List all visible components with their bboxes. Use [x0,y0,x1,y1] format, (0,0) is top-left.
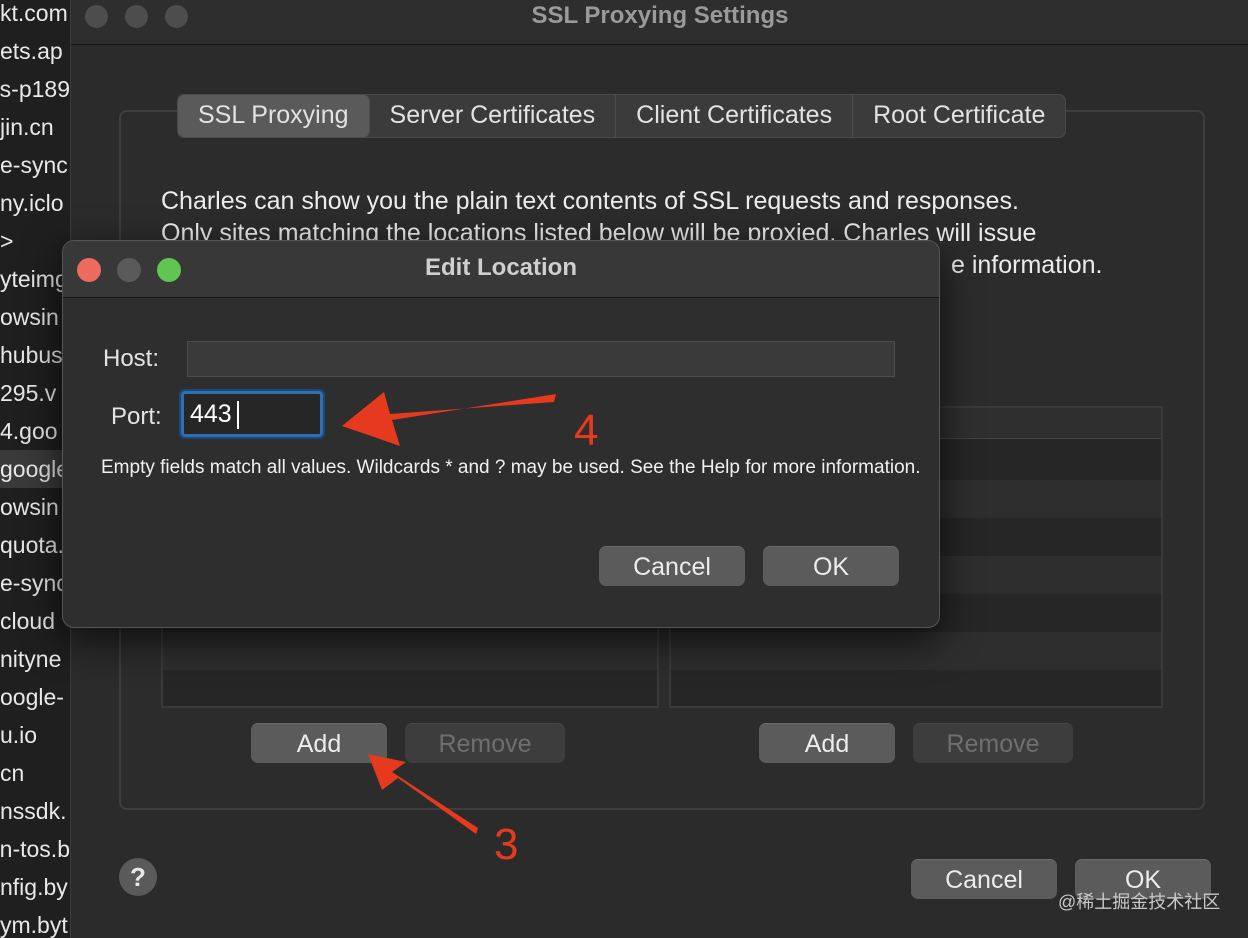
dialog-ok-button[interactable]: OK [763,546,899,586]
host-label: Host: [103,345,160,372]
host-list-item[interactable]: e-sync [0,564,70,602]
include-add-button[interactable]: Add [251,723,387,763]
host-list-item-label: nfig.by [0,874,68,900]
annotation-step-4: 4 [574,406,599,455]
window-title: SSL Proxying Settings [531,2,789,29]
host-list-item-label: cn [0,760,25,786]
text-caret [237,401,239,429]
host-list-item[interactable]: quota. [0,526,70,564]
host-list-item[interactable]: cloud [0,602,70,640]
host-list-item[interactable]: s-p189 [0,70,70,108]
host-list-item[interactable]: nssdk. [0,792,70,830]
description-line: Charles can show you the plain text cont… [161,187,1019,215]
host-list-item-label: ets.ap [0,38,63,64]
host-list-item-label: e-sync [0,570,68,596]
host-list-item[interactable]: ym.byt [0,906,70,938]
host-list-item-label: ym.byt [0,912,68,938]
host-list-item[interactable]: oogle- [0,678,70,716]
port-input[interactable] [179,389,325,439]
dialog-cancel-button[interactable]: Cancel [599,546,745,586]
host-list-item-label: s-p189 [0,76,70,102]
host-list-item[interactable]: 295.v [0,374,70,412]
host-list-item[interactable]: ny.iclo [0,184,70,222]
tab-root-certificate[interactable]: Root Certificate [853,95,1065,137]
tab-ssl-proxying[interactable]: SSL Proxying [178,95,370,137]
host-list-item[interactable]: owsin [0,488,70,526]
host-list-item-label: google [0,456,70,482]
host-list-item[interactable]: nfig.by [0,868,70,906]
host-list-item[interactable]: > [0,222,70,260]
host-list-item[interactable]: e-sync [0,146,70,184]
host-input[interactable] [187,341,895,377]
exclude-add-button[interactable]: Add [759,723,895,763]
window-titlebar: SSL Proxying Settings [71,0,1248,45]
host-list-item-label: kt.com [0,0,68,26]
host-list-item[interactable]: nityne [0,640,70,678]
host-list-item-label: jin.cn [0,114,54,140]
host-list-item-label: owsin [0,494,59,520]
watermark: @稀土掘金技术社区 [1058,892,1221,912]
hint-text: Empty fields match all values. Wildcards… [101,457,921,478]
host-list-item-label: 4.goo [0,418,58,444]
dialog-title: Edit Location [425,254,577,281]
host-list-item[interactable]: yteimg [0,260,70,298]
host-list-item[interactable]: kt.com [0,0,70,32]
host-list-item-label: hubus [0,342,63,368]
help-button[interactable]: ? [119,858,157,896]
tab-client-certificates[interactable]: Client Certificates [616,95,854,137]
tab-server-certificates[interactable]: Server Certificates [370,95,617,137]
host-list-item[interactable]: 4.goo [0,412,70,450]
include-remove-button[interactable]: Remove [405,723,565,763]
host-list-item[interactable]: hubus [0,336,70,374]
host-list-item[interactable]: ets.ap [0,32,70,70]
host-list-item-label: owsin [0,304,59,330]
host-list-item[interactable]: cn [0,754,70,792]
cancel-button[interactable]: Cancel [911,859,1057,899]
port-label: Port: [111,403,162,430]
host-list-item-label: quota. [0,532,64,558]
host-list-item-label: n-tos.b [0,836,70,862]
host-list-item-label: yteimg [0,266,68,292]
host-list-item-label: nssdk. [0,798,67,824]
host-list-item[interactable]: google [0,450,70,488]
host-list-item[interactable]: jin.cn [0,108,70,146]
host-list-item-label: ny.iclo [0,190,64,216]
edit-location-dialog: Edit Location Host: Port: Empty fields m… [62,240,940,628]
dialog-titlebar: Edit Location [63,241,939,298]
host-list-item[interactable]: owsin [0,298,70,336]
settings-tabbar: SSL Proxying Server Certificates Client … [177,94,1067,138]
host-list-item[interactable]: n-tos.b [0,830,70,868]
host-list-item-label: > [0,228,14,254]
host-list: kt.com ets.ap s-p189 jin.cn e-sync ny.iclo > yt… [0,0,70,938]
host-list-item[interactable]: u.io [0,716,70,754]
host-list-item-label: u.io [0,722,38,748]
host-list-item-label: cloud [0,608,55,634]
annotation-step-3: 3 [494,820,519,869]
host-list-item-label: nityne [0,646,62,672]
exclude-remove-button[interactable]: Remove [913,723,1073,763]
host-list-item-label: 295.v [0,380,57,406]
host-list-item-label: e-sync [0,152,68,178]
host-list-item-label: oogle- [0,684,64,710]
